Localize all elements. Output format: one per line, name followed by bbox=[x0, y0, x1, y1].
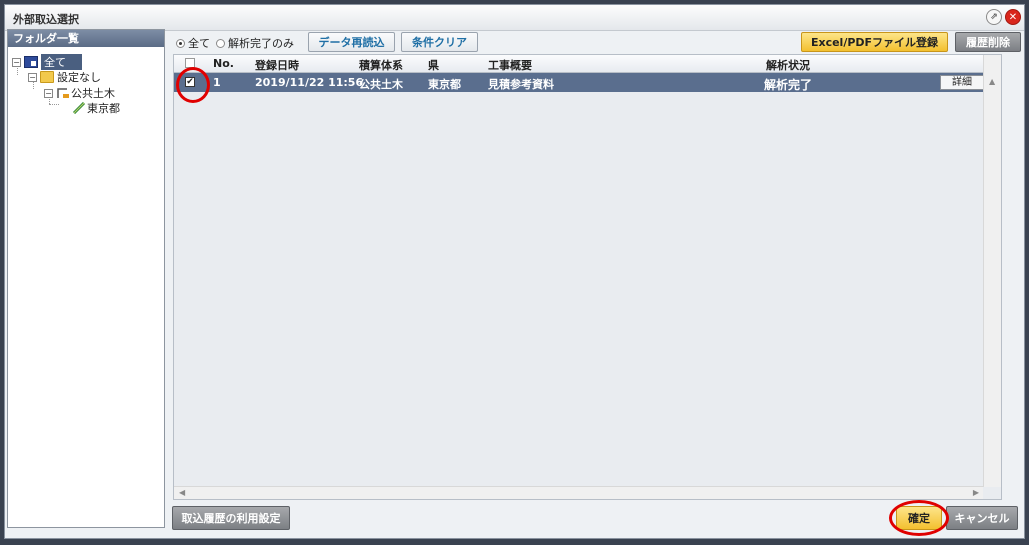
reload-data-button[interactable]: データ再読込 bbox=[308, 32, 395, 52]
import-table: No. 登録日時 積算体系 県 工事概要 解析状況 ✔ 1 2019/11/22… bbox=[173, 54, 1002, 500]
column-header-no[interactable]: No. bbox=[213, 57, 234, 70]
tree-label: 東京都 bbox=[87, 102, 120, 115]
radio-analyzed-only[interactable]: 解析完了のみ bbox=[216, 35, 294, 51]
register-excel-pdf-button[interactable]: Excel/PDFファイル登録 bbox=[801, 32, 948, 52]
detail-button[interactable]: 詳細 bbox=[940, 75, 984, 90]
import-history-settings-button[interactable]: 取込履歴の利用設定 bbox=[172, 506, 290, 530]
cell-summary: 見積参考資料 bbox=[488, 78, 554, 91]
tree-label: 設定なし bbox=[57, 71, 101, 84]
cancel-button[interactable]: キャンセル bbox=[946, 506, 1018, 530]
tree-item-public-civil[interactable]: − 公共土木 bbox=[44, 86, 115, 100]
column-header-summary[interactable]: 工事概要 bbox=[488, 57, 532, 73]
vertical-scrollbar[interactable]: ▲ bbox=[983, 55, 1001, 487]
crane-icon bbox=[56, 87, 69, 99]
tree-label: 公共土木 bbox=[71, 87, 115, 100]
row-checkbox[interactable]: ✔ bbox=[185, 77, 195, 87]
road-icon bbox=[72, 101, 86, 115]
column-header-status[interactable]: 解析状況 bbox=[766, 57, 810, 73]
tree-item-no-setting[interactable]: − 設定なし bbox=[28, 70, 101, 84]
radio-all-label: 全て bbox=[188, 37, 210, 50]
radio-unselected-icon bbox=[216, 38, 225, 48]
window-title: 外部取込選択 bbox=[13, 13, 79, 26]
folder-panel: フォルダ一覧 − 全て − 設定なし − 公共土木 東京都 bbox=[7, 29, 165, 528]
table-row[interactable]: ✔ 1 2019/11/22 11:56 公共土木 東京都 見積参考資料 解析完… bbox=[174, 73, 984, 92]
collapse-toggle-icon[interactable]: − bbox=[28, 72, 37, 82]
cell-no: 1 bbox=[213, 76, 221, 89]
clear-conditions-button[interactable]: 条件クリア bbox=[401, 32, 478, 52]
tree-label: 全て bbox=[41, 54, 82, 70]
cell-system: 公共土木 bbox=[359, 78, 403, 91]
cell-prefecture: 東京都 bbox=[428, 78, 461, 91]
collapse-toggle-icon[interactable]: − bbox=[44, 88, 53, 98]
column-header-system[interactable]: 積算体系 bbox=[359, 57, 403, 73]
toolbar: 全て 解析完了のみ データ再読込 条件クリア Excel/PDFファイル登録 履… bbox=[170, 30, 1025, 52]
column-header-prefecture[interactable]: 県 bbox=[428, 57, 439, 73]
scroll-right-icon[interactable]: ▶ bbox=[973, 488, 979, 497]
radio-analyzed-label: 解析完了のみ bbox=[228, 37, 294, 50]
scroll-up-icon[interactable]: ▲ bbox=[989, 77, 995, 86]
column-header-datetime[interactable]: 登録日時 bbox=[255, 57, 299, 73]
close-icon[interactable]: ✕ bbox=[1005, 9, 1021, 25]
cell-datetime: 2019/11/22 11:56 bbox=[255, 76, 364, 89]
folder-icon bbox=[40, 71, 54, 83]
radio-all[interactable]: 全て bbox=[176, 35, 210, 51]
cell-status: 解析完了 bbox=[764, 78, 813, 92]
scroll-left-icon[interactable]: ◀ bbox=[179, 488, 185, 497]
collapse-toggle-icon[interactable]: − bbox=[12, 57, 21, 67]
horizontal-scrollbar[interactable]: ◀ ▶ bbox=[174, 486, 983, 499]
folder-panel-header: フォルダ一覧 bbox=[8, 30, 164, 47]
select-all-checkbox[interactable] bbox=[185, 58, 195, 68]
all-folder-icon bbox=[24, 56, 38, 68]
title-bar: 外部取込選択 ⇗ ✕ bbox=[5, 5, 1024, 31]
table-header: No. 登録日時 積算体系 県 工事概要 解析状況 bbox=[174, 55, 983, 73]
radio-selected-icon bbox=[176, 38, 185, 48]
delete-history-button[interactable]: 履歴削除 bbox=[955, 32, 1021, 52]
tree-item-tokyo[interactable]: 東京都 bbox=[72, 101, 120, 115]
tree-item-all[interactable]: − 全て bbox=[12, 54, 82, 70]
popout-icon[interactable]: ⇗ bbox=[986, 9, 1002, 25]
confirm-button[interactable]: 確定 bbox=[896, 506, 942, 530]
